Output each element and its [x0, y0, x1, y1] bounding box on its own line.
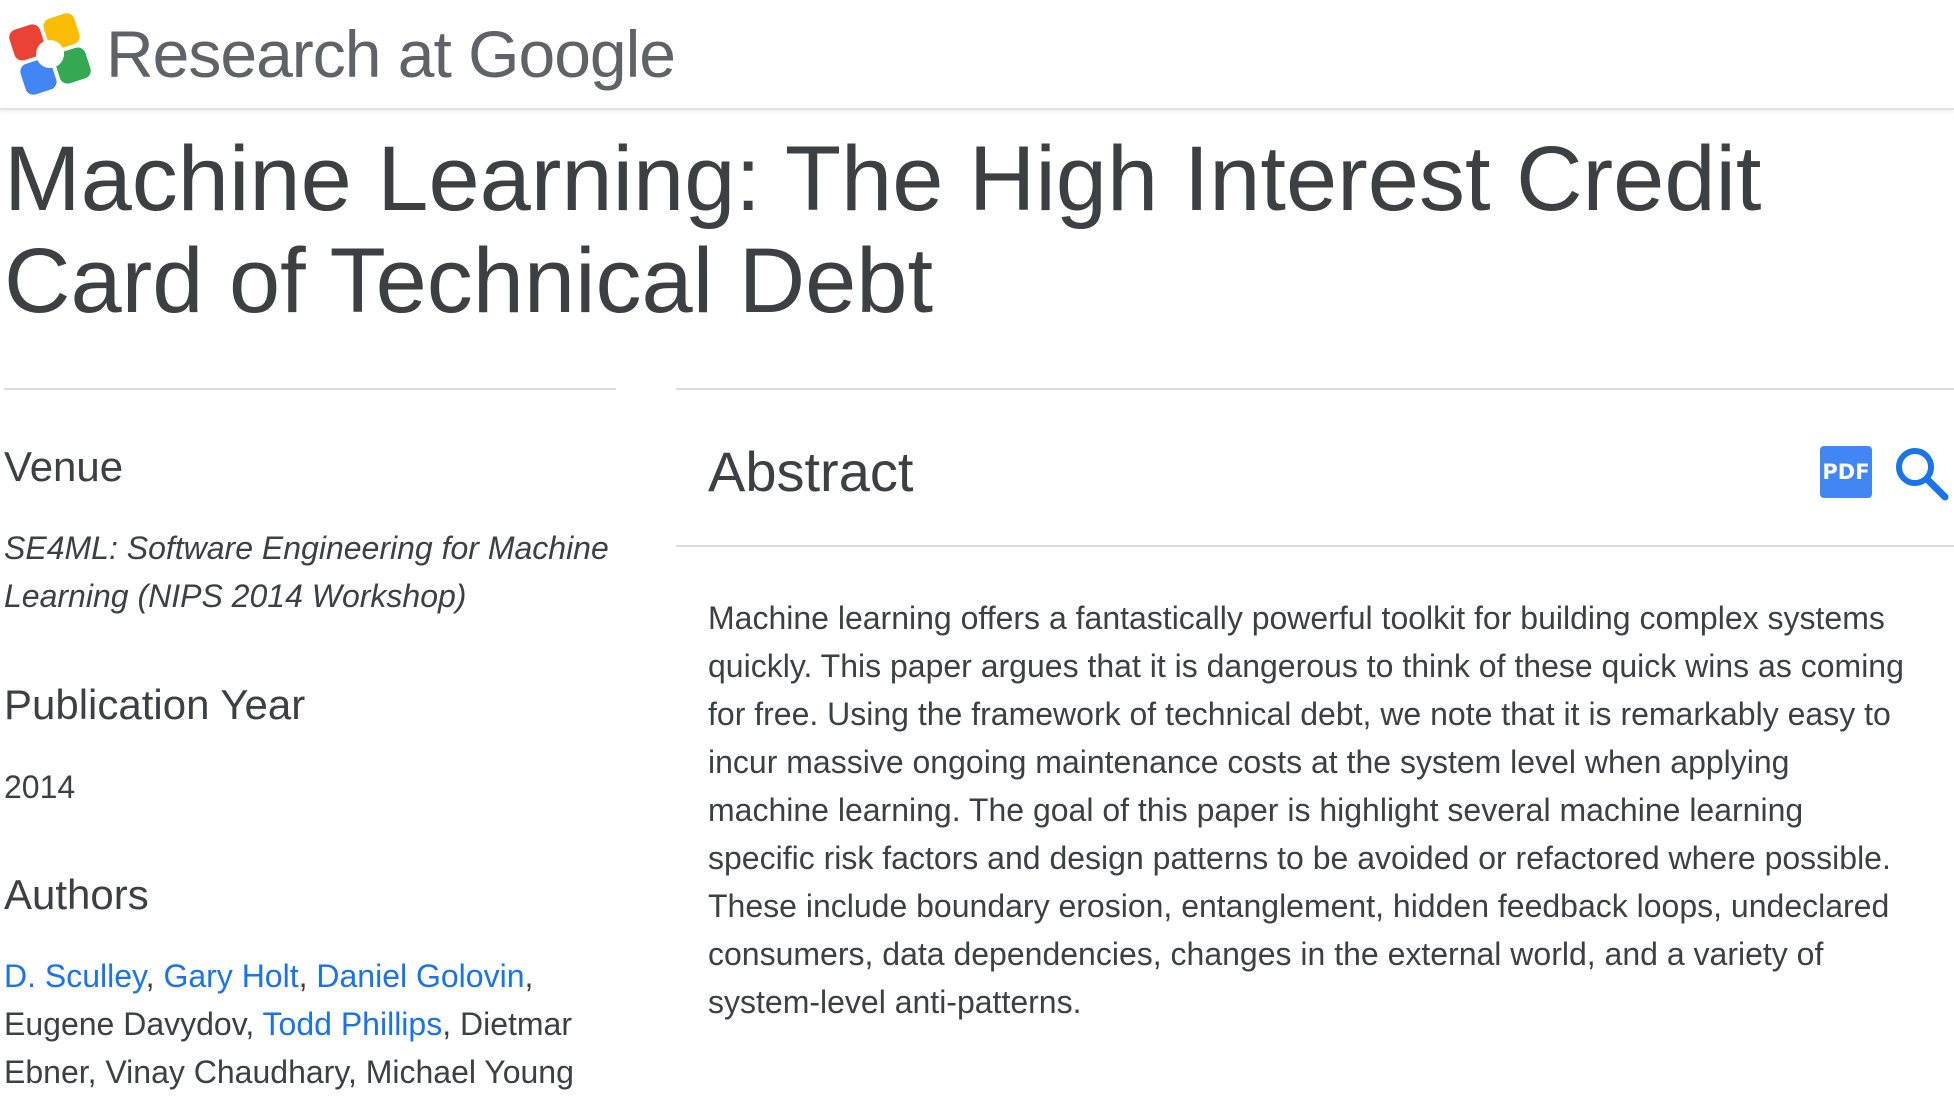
year-value: 2014 [4, 769, 76, 805]
page-title: Machine Learning: The High Interest Cred… [4, 128, 1762, 332]
author-separator: , [245, 1006, 263, 1042]
author-name: Eugene Davydov [4, 1006, 246, 1042]
author-link[interactable]: Gary Holt [163, 958, 298, 994]
site-header: Research at Google [0, 0, 1954, 110]
author-separator: , [298, 958, 317, 994]
author-separator: , [87, 1054, 106, 1090]
author-name: Vinay Chaudhary [105, 1054, 348, 1090]
authors-heading: Authors [4, 871, 149, 918]
venue-value: SE4ML: Software Engineering for Machine … [4, 530, 609, 614]
author-link[interactable]: D. Sculley [4, 958, 146, 994]
search-icon[interactable] [1892, 444, 1950, 502]
sidebar-divider [4, 388, 616, 390]
year-heading: Publication Year [4, 681, 306, 728]
main-divider-top [676, 388, 1954, 390]
main-divider-abstract [676, 545, 1954, 547]
author-separator: , [347, 1054, 366, 1090]
abstract-text: Machine learning offers a fantastically … [708, 600, 1904, 1020]
author-separator: , [145, 958, 164, 994]
pdf-icon[interactable]: PDF [1820, 446, 1872, 498]
abstract-heading: Abstract [708, 440, 914, 503]
author-separator: , [442, 1006, 460, 1042]
google-research-logo-icon[interactable] [8, 12, 92, 96]
venue-heading: Venue [4, 443, 124, 490]
authors-list: D. Sculley, Gary Holt, Daniel Golovin, E… [4, 952, 624, 1096]
author-link[interactable]: Daniel Golovin [316, 958, 524, 994]
author-separator: , [524, 958, 534, 994]
brand-name[interactable]: Research at Google [106, 12, 676, 96]
author-name: Michael Young [365, 1054, 574, 1090]
author-link[interactable]: Todd Phillips [263, 1006, 443, 1042]
